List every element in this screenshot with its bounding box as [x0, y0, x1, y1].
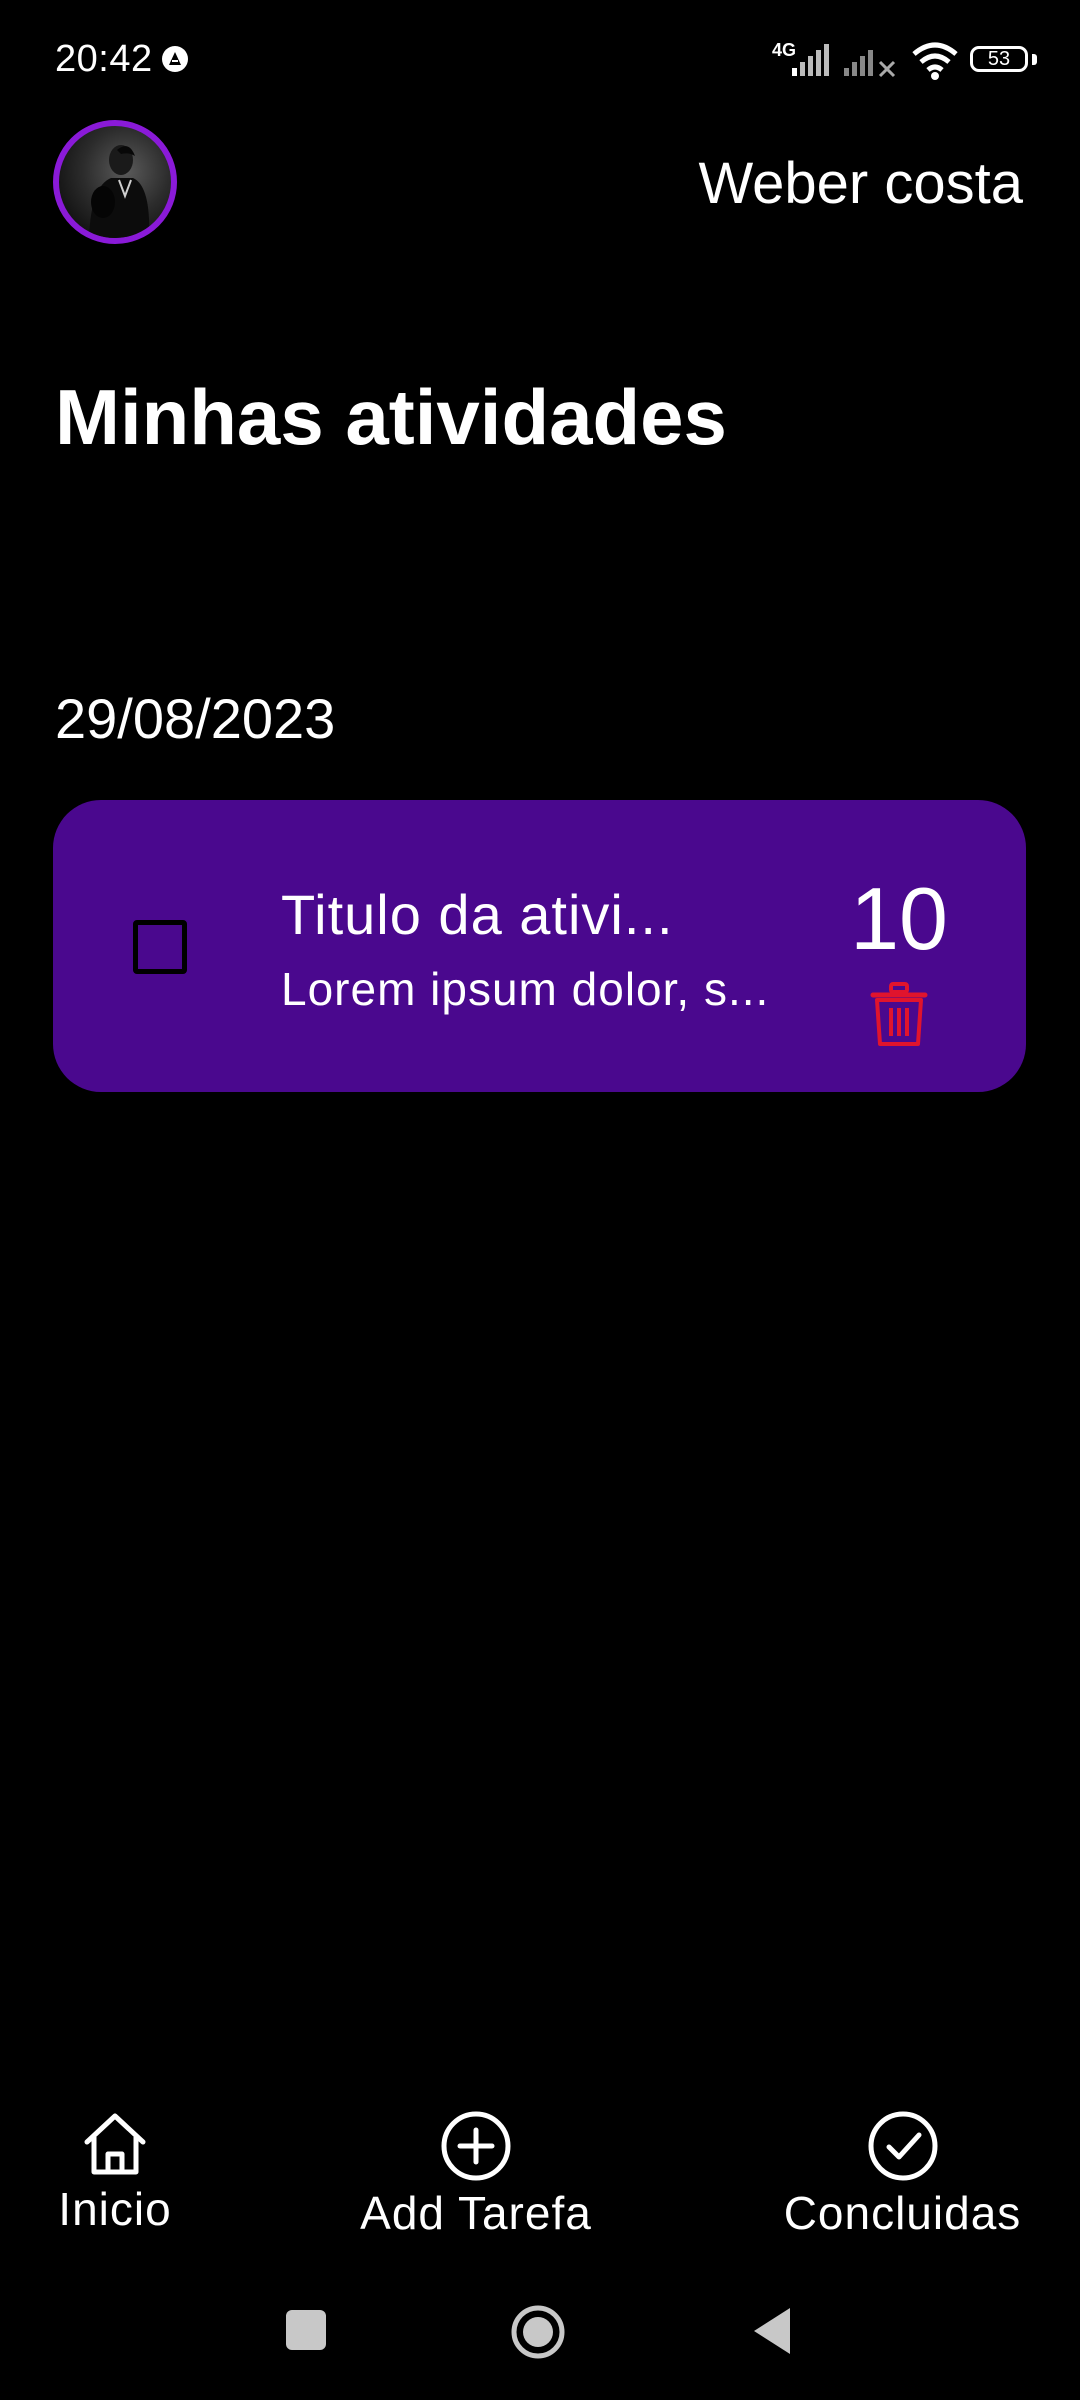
status-icons: 4G 53 — [750, 36, 1080, 84]
home-icon — [84, 2113, 146, 2175]
recents-square-icon[interactable] — [284, 2308, 328, 2352]
nav-item-add-tarefa[interactable]: Add Tarefa — [340, 2110, 612, 2240]
date-label: 29/08/2023 — [55, 687, 336, 750]
nav-label-add-tarefa: Add Tarefa — [360, 2187, 592, 2239]
task-number: 10 — [850, 869, 948, 968]
page-title: Minhas atividades — [55, 373, 727, 461]
status-bar: 20:42 4G 53 — [0, 0, 1080, 120]
user-name: Weber costa — [698, 151, 1023, 216]
task-description: Lorem ipsum dolor, s... — [281, 963, 770, 1015]
home-circle-icon[interactable] — [510, 2304, 566, 2360]
task-title: Titulo da ativi... — [281, 883, 674, 946]
back-triangle-icon[interactable] — [752, 2306, 792, 2356]
avatar[interactable] — [53, 120, 177, 244]
wifi-icon — [912, 42, 958, 80]
user-avatar-icon — [89, 145, 150, 238]
task-card[interactable]: Titulo da ativi... Lorem ipsum dolor, s.… — [53, 800, 1026, 1092]
trash-icon[interactable] — [869, 982, 929, 1048]
battery-icon: 53 — [970, 46, 1028, 72]
battery-nub — [1032, 54, 1037, 65]
app-notification-icon — [162, 46, 188, 72]
bottom-nav: Inicio Add Tarefa Concluidas — [0, 2110, 1080, 2260]
signal-icon — [792, 44, 829, 76]
task-checkbox[interactable] — [133, 920, 187, 974]
battery-level: 53 — [987, 48, 1011, 70]
status-time: 20:42 — [55, 38, 153, 80]
system-nav-bar — [0, 2290, 1080, 2400]
signal-no-service-icon — [844, 50, 896, 78]
nav-item-concluidas[interactable]: Concluidas — [775, 2110, 1030, 2240]
check-circle-icon — [868, 2111, 937, 2181]
plus-circle-icon — [441, 2111, 511, 2181]
nav-label-concluidas: Concluidas — [783, 2187, 1022, 2239]
nav-label-inicio: Inicio — [58, 2183, 172, 2235]
nav-item-inicio[interactable]: Inicio — [40, 2110, 190, 2236]
